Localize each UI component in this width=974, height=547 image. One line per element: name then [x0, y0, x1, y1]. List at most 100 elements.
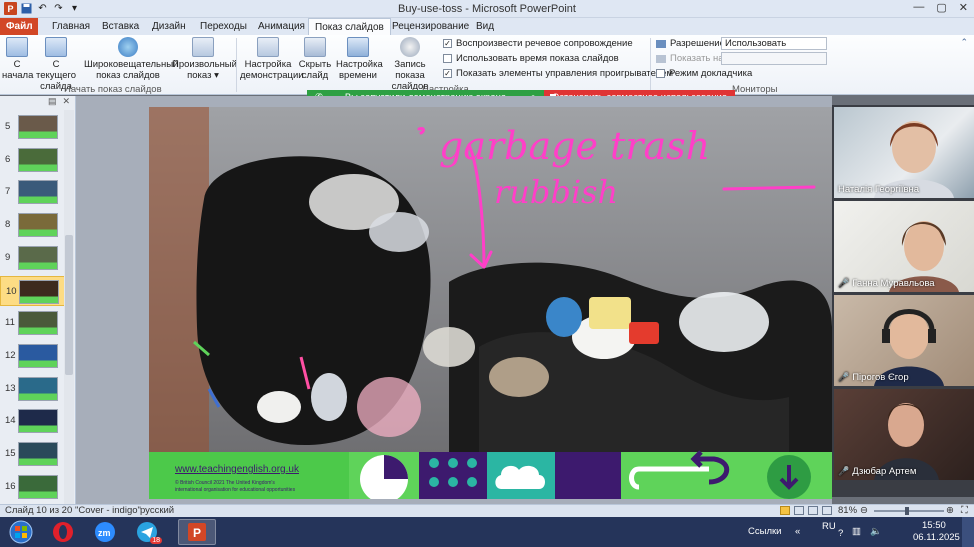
slide-thumbnail[interactable]: 7 — [0, 177, 66, 207]
mic-muted-icon: 🎤 — [838, 466, 850, 476]
tab-file[interactable]: Файл — [0, 18, 38, 35]
tab-view[interactable]: Вид — [470, 18, 500, 35]
slide-sorter-icon[interactable] — [794, 506, 804, 515]
outline-tab-icon[interactable]: ▤ — [48, 96, 57, 110]
plastic-bag — [357, 377, 421, 437]
tab-review[interactable]: Рецензирование — [386, 18, 475, 35]
minimize-icon[interactable]: — — [913, 1, 924, 14]
network-icon[interactable]: ▥ — [852, 526, 861, 537]
telegram-badge: 18 — [150, 537, 162, 544]
participant-tile[interactable]: 🎤 Дзюбар Артем — [834, 389, 974, 480]
play-narration-checkbox[interactable]: ✓ Воспроизвести речевое сопровождение — [443, 38, 633, 49]
participant-tile[interactable]: Наталія Георгіївна — [834, 107, 974, 198]
slide-thumbnail[interactable]: 8 — [0, 210, 66, 240]
close-pane-icon[interactable]: ✕ — [62, 96, 70, 110]
taskbar-zoom[interactable]: zm — [86, 519, 124, 545]
customize-qat-icon[interactable]: ▾ — [68, 2, 81, 15]
slide-thumbnail[interactable]: 13 — [0, 374, 66, 404]
window-title: Buy-use-toss - Microsoft PowerPoint — [398, 3, 576, 15]
presenter-view-checkbox[interactable]: Режим докладчика — [656, 68, 752, 79]
broadcast-icon — [118, 37, 138, 57]
undo-icon[interactable]: ↶ — [36, 2, 49, 15]
input-language[interactable]: RU — [822, 521, 836, 532]
slide-thumbnail[interactable]: 11 — [0, 308, 66, 338]
powerpoint-icon[interactable]: P — [4, 2, 17, 15]
slide-thumbnail[interactable]: 5 — [0, 112, 66, 142]
slides-panel: ▤ ✕ 5 6 7 8 9 10 11 12 13 14 15 16 — [0, 96, 76, 504]
show-hidden-icons-icon[interactable]: « — [795, 526, 800, 537]
slide-canvas: garbage trash rubbish www.teachingenglis… — [149, 107, 832, 499]
custom-show-button[interactable]: Произвольный показ ▾ — [172, 37, 237, 81]
save-icon[interactable] — [20, 2, 33, 15]
scrollbar-thumb[interactable] — [65, 235, 73, 375]
annotation-word-rubbish: rubbish — [494, 173, 618, 211]
volume-icon[interactable]: 🔈 — [870, 526, 882, 537]
slides-scrollbar[interactable] — [64, 110, 74, 504]
zoom-out-icon[interactable]: ⊖ — [860, 505, 868, 517]
svg-text:P: P — [193, 526, 201, 540]
taskbar-telegram[interactable]: 18 — [128, 519, 166, 545]
links-toolbar[interactable]: Ссылки — [748, 526, 781, 537]
clock-time[interactable]: 15:50 — [922, 520, 946, 531]
resolution-select[interactable]: Использовать текуще... — [721, 37, 827, 60]
slide-thumbnail[interactable]: 15 — [0, 439, 66, 469]
zoom-level[interactable]: 81% — [838, 505, 857, 517]
zoom-in-icon[interactable]: ⊕ — [946, 505, 954, 517]
broadcast-button[interactable]: Широковещательный показ слайдов — [84, 37, 178, 81]
tab-transitions[interactable]: Переходы — [194, 18, 253, 35]
slide-thumbnail[interactable]: 12 — [0, 341, 66, 371]
slide-thumbnail-image — [18, 376, 58, 401]
slide-thumbnail[interactable]: 14 — [0, 406, 66, 436]
zoom-slider[interactable] — [874, 510, 944, 512]
tab-slide-show[interactable]: Показ слайдов — [308, 18, 391, 36]
use-timings-checkbox[interactable]: Использовать время показа слайдов — [443, 53, 619, 64]
fit-to-window-icon[interactable]: ⛶ — [961, 505, 968, 517]
show-controls-checkbox[interactable]: ✓ Показать элементы управления проигрыва… — [443, 68, 673, 79]
checkbox-empty-icon — [443, 54, 452, 63]
slide-number: 14 — [5, 415, 16, 427]
normal-view-icon[interactable] — [780, 506, 790, 515]
maximize-icon[interactable]: ▢ — [936, 1, 946, 14]
taskbar-powerpoint[interactable]: P — [178, 519, 216, 545]
footer-url[interactable]: www.teachingenglish.org.uk — [174, 464, 300, 475]
slide-thumbnail[interactable]: 10 — [0, 275, 66, 306]
slide-thumbnail[interactable]: 16 — [0, 472, 66, 502]
theme-name[interactable]: "Cover - indigo" — [75, 505, 141, 517]
red-wrapper — [629, 322, 659, 344]
mic-muted-icon: 🎤 — [838, 372, 850, 382]
language-status[interactable]: русский — [140, 505, 174, 517]
setup-show-button[interactable]: Настройка демонстрации — [240, 37, 304, 81]
current-slide[interactable]: garbage trash rubbish www.teachingenglis… — [149, 107, 832, 499]
redo-icon[interactable]: ↷ — [52, 2, 65, 15]
participant-tile[interactable]: 🎤 Ганна Муравльова — [834, 201, 974, 292]
plastic-bag — [679, 292, 769, 352]
collapse-ribbon-icon[interactable]: ⌃ — [960, 37, 968, 48]
tab-home[interactable]: Главная — [46, 18, 96, 35]
participant-name: 🎤 Ганна Муравльова — [838, 278, 935, 289]
show-on-select[interactable] — [721, 52, 827, 65]
taskbar-opera[interactable] — [44, 519, 82, 545]
reading-view-icon[interactable] — [808, 506, 818, 515]
zoom-slider-thumb[interactable] — [905, 507, 909, 515]
tab-design[interactable]: Дизайн — [146, 18, 192, 35]
hide-slide-button[interactable]: Скрыть слайд — [298, 37, 332, 81]
show-desktop-button[interactable] — [962, 517, 974, 547]
clock-date[interactable]: 06.11.2025 — [913, 532, 960, 543]
help-icon[interactable]: ? — [838, 528, 843, 539]
record-icon — [400, 37, 420, 57]
food-container — [589, 297, 631, 329]
tab-animations[interactable]: Анимация — [252, 18, 311, 35]
slideshow-view-icon[interactable] — [822, 506, 832, 515]
plastic-bottle — [546, 297, 582, 337]
slide-thumbnail[interactable]: 6 — [0, 145, 66, 175]
close-icon[interactable]: ✕ — [959, 1, 968, 14]
powerpoint-taskbar-icon: P — [188, 523, 206, 541]
title-bar: P ↶ ↷ ▾ Buy-use-toss - Microsoft PowerPo… — [0, 0, 974, 18]
tab-insert[interactable]: Вставка — [96, 18, 145, 35]
rehearse-timings-button[interactable]: Настройка времени — [336, 37, 383, 81]
from-start-button[interactable]: С начала — [2, 37, 33, 81]
slide-thumbnail[interactable]: 9 — [0, 243, 66, 273]
participant-tile[interactable]: 🎤 Пірогов Єгор — [834, 295, 974, 386]
setup-show-icon — [257, 37, 279, 57]
start-button[interactable] — [2, 519, 40, 545]
